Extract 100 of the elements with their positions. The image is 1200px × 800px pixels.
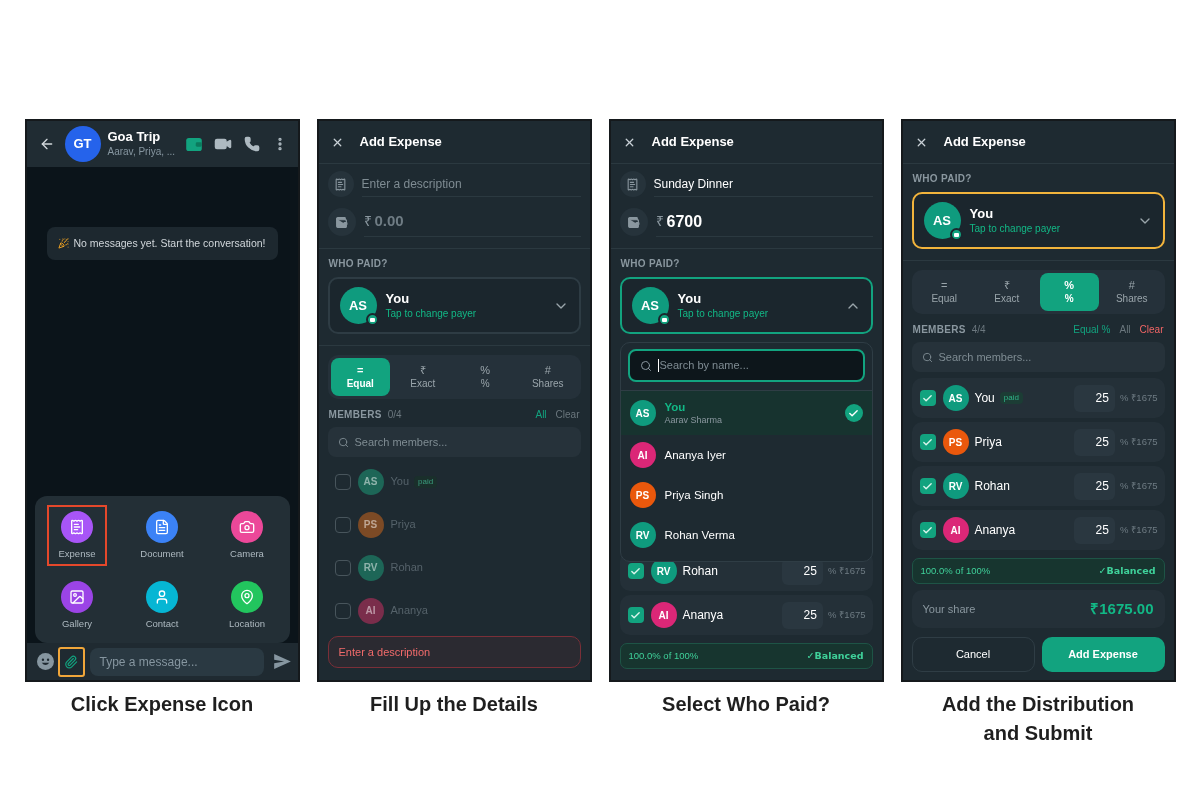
attachment-option[interactable]: Gallery	[47, 575, 107, 636]
avatar: AS	[629, 400, 656, 426]
receipt-icon	[327, 171, 354, 197]
payer-option[interactable]: PS Priya Singh	[620, 475, 872, 515]
your-share-label: Your share	[922, 601, 976, 617]
member-name: Priya	[974, 434, 1002, 451]
checkmark-icon	[630, 609, 641, 621]
attachment-option[interactable]: Expense	[47, 505, 107, 566]
members-action-link[interactable]: All	[535, 409, 547, 421]
search-icon	[921, 351, 933, 363]
attachment-option[interactable]: Location	[217, 575, 277, 636]
share-input[interactable]: 25	[1073, 428, 1115, 456]
step-caption: Click Expense Icon	[70, 692, 254, 717]
avatar: AS	[357, 468, 384, 495]
share-input[interactable]: 25	[1073, 516, 1115, 544]
cancel-button[interactable]: Cancel	[911, 637, 1035, 672]
checkmark-icon	[630, 565, 641, 577]
share-amount: ₹1675	[1131, 478, 1158, 493]
avatar: PS	[629, 482, 656, 508]
party-popper-icon	[58, 238, 70, 249]
share-input[interactable]: 25	[1073, 472, 1115, 500]
member-name: Ananya	[974, 522, 1016, 539]
screen-title: Add Expense	[943, 133, 1026, 152]
checkbox[interactable]	[627, 563, 644, 579]
payer-option[interactable]: AS You Aarav Sharma	[620, 391, 872, 435]
members-action-link[interactable]: Equal %	[1073, 324, 1111, 336]
members-action-link[interactable]: Clear	[1139, 324, 1164, 336]
payer-selector[interactable]: AS You Tap to change payer	[619, 277, 873, 334]
avatar: AS	[631, 287, 669, 324]
split-tab[interactable]: % %	[455, 358, 515, 396]
share-input[interactable]: 25	[1073, 384, 1115, 412]
member-name: Rohan	[682, 563, 718, 580]
checkmark-icon	[922, 480, 933, 492]
member-name: Ananya	[390, 603, 428, 619]
checkbox[interactable]	[919, 522, 936, 538]
share-amount: ₹1675	[839, 607, 866, 622]
split-tab[interactable]: # Shares	[518, 358, 578, 396]
checkbox[interactable]	[919, 478, 936, 494]
checkbox[interactable]	[627, 607, 644, 623]
payer-selector[interactable]: AS You Tap to change payer	[911, 192, 1165, 249]
error-message: Enter a description	[327, 636, 581, 668]
description-field[interactable]: Enter a description	[361, 171, 581, 197]
member-name: Rohan	[390, 560, 423, 576]
members-count: 0/4	[387, 409, 402, 421]
your-share-amount: ₹1675.00	[1090, 598, 1154, 619]
checkbox[interactable]	[919, 434, 936, 450]
search-icon	[337, 436, 349, 448]
attachment-option[interactable]: Contact	[132, 575, 192, 636]
split-tab[interactable]: # Shares	[1102, 273, 1162, 311]
checkmark-icon	[922, 392, 933, 404]
avatar: PS	[357, 511, 384, 538]
members-count: 4/4	[971, 324, 986, 336]
share-unit: %	[1119, 478, 1129, 493]
phone-icon[interactable]	[243, 136, 260, 152]
attachment-option[interactable]: Camera	[217, 505, 277, 566]
balance-status: ✓Balanced	[1098, 563, 1156, 578]
checkmark-icon	[922, 436, 933, 448]
wallet-icon[interactable]	[185, 137, 202, 151]
search-icon	[639, 359, 652, 372]
balance-status: ✓Balanced	[806, 648, 864, 663]
step-caption: Add the Distribution and Submit	[940, 692, 1136, 746]
payer-option[interactable]: RV Rohan Verma	[620, 515, 872, 555]
member-search-field[interactable]: Search members...	[327, 427, 581, 457]
attachment-option[interactable]: Document	[132, 505, 192, 566]
share-unit: %	[827, 563, 837, 578]
share-unit: %	[1119, 390, 1129, 405]
payer-selector[interactable]: AS You Tap to change payer	[327, 277, 581, 334]
percent-total: 100.0% of 100%	[628, 648, 699, 663]
description-field[interactable]: Sunday Dinner	[653, 171, 873, 197]
receipt-icon	[619, 171, 646, 197]
amount-field[interactable]: ₹ 6700	[655, 207, 873, 237]
attach-button[interactable]	[57, 646, 85, 677]
section-label: WHO PAID?	[328, 258, 389, 270]
split-tab[interactable]: ₹ Exact	[393, 358, 453, 396]
step-caption: Fill Up the Details	[370, 692, 538, 717]
share-input[interactable]: 25	[781, 601, 823, 629]
member-search-field[interactable]: Search members...	[911, 342, 1165, 372]
chat-title: Goa Trip	[107, 129, 162, 145]
member-name: You	[974, 390, 995, 407]
percent-total: 100.0% of 100%	[920, 563, 991, 578]
split-tab[interactable]: ₹ Exact	[977, 273, 1037, 311]
message-input[interactable]: Type a message...	[89, 647, 264, 676]
share-amount: ₹1675	[839, 563, 866, 578]
amount-field[interactable]: ₹ 0.00	[363, 207, 581, 237]
emoji-icon[interactable]	[36, 653, 54, 670]
text-cursor	[657, 359, 659, 372]
member-name: Priya	[390, 517, 416, 533]
checkbox[interactable]	[919, 390, 936, 406]
payer-search-field[interactable]: Search by name...	[627, 349, 865, 382]
wallet-icon	[327, 208, 356, 236]
avatar: PS	[942, 429, 969, 455]
section-label: WHO PAID?	[620, 258, 681, 270]
payer-option[interactable]: AI Ananya Iyer	[620, 435, 872, 475]
avatar: AI	[650, 602, 677, 628]
members-label: MEMBERS	[912, 324, 966, 336]
step-caption: Select Who Paid?	[662, 692, 830, 717]
share-unit: %	[1119, 434, 1129, 449]
send-icon[interactable]	[273, 654, 291, 669]
chat-members: Aarav, Priya, ...	[107, 145, 176, 159]
split-tab[interactable]: = Equal	[914, 273, 974, 311]
